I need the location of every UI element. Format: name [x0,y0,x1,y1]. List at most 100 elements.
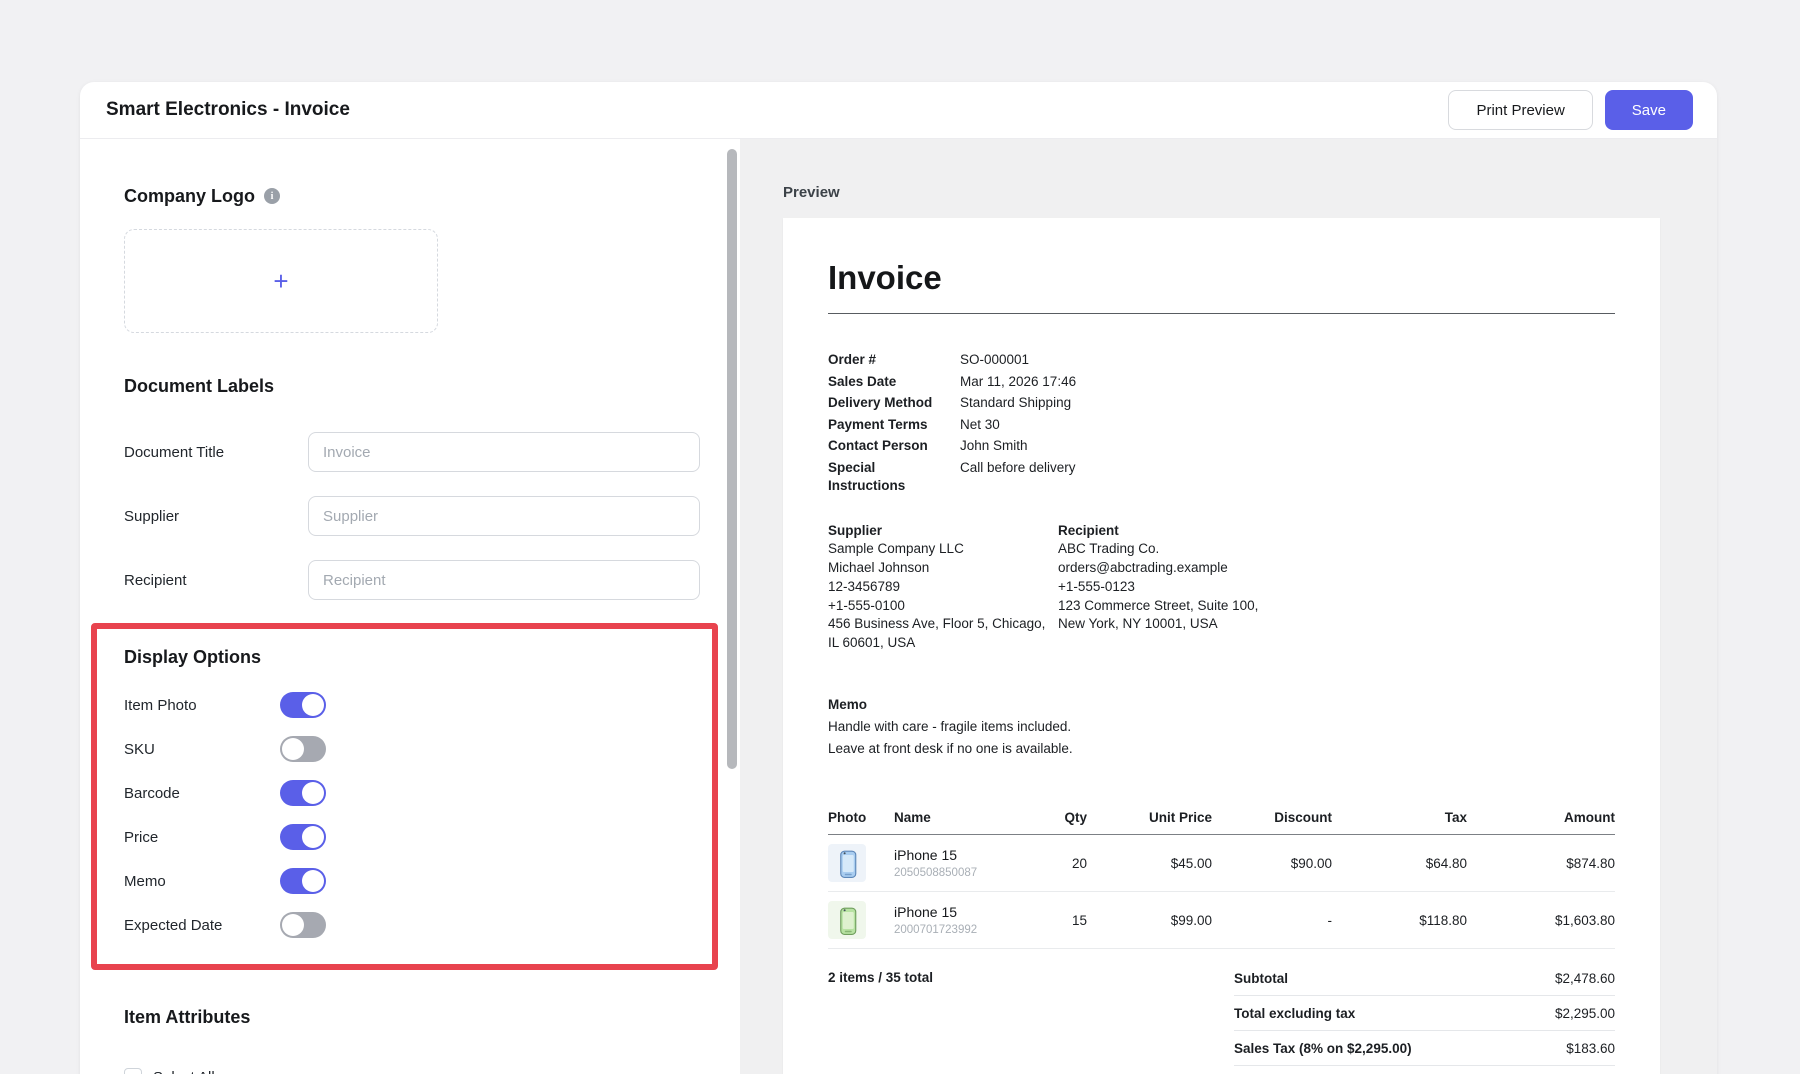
item-discount: - [1212,913,1332,928]
recipient-input[interactable] [308,560,700,600]
supplier-registration: 12-3456789 [828,578,1050,597]
item-discount: $90.00 [1212,856,1332,871]
col-header-name: Name [894,810,992,825]
col-header-amount: Amount [1467,810,1615,825]
item-name-cell: iPhone 15 2050508850087 [894,847,992,879]
info-icon[interactable]: i [264,188,280,204]
expected-date-toggle[interactable] [280,912,326,938]
config-content: Company Logo i + Document Labels Documen… [80,139,740,1074]
item-name: iPhone 15 [894,847,992,863]
company-logo-header: Company Logo i [124,185,700,207]
supplier-block: Supplier Sample Company LLC Michael John… [828,522,1050,654]
meta-label: Order # [828,351,960,369]
sku-toggle[interactable] [280,736,326,762]
toggle-knob [302,782,324,804]
col-header-photo: Photo [828,810,894,825]
logo-upload-dropzone[interactable]: + [124,229,438,333]
toggle-row-sku: SKU [124,736,692,762]
invoice-memo: Memo Handle with care - fragile items in… [828,694,1615,760]
invoice-title: Invoice [828,260,1615,296]
toggle-row-price: Price [124,824,692,850]
item-unit-price: $45.00 [1087,856,1212,871]
invoice-meta: Order # SO-000001 Sales Date Mar 11, 202… [828,351,1615,495]
meta-value: SO-000001 [960,351,1029,369]
phone-image-icon [832,848,862,878]
price-toggle[interactable] [280,824,326,850]
total-value: $2,295.00 [1555,1006,1615,1021]
meta-value: Call before delivery [960,459,1076,495]
meta-label: Delivery Method [828,394,960,412]
select-all-checkbox[interactable] [124,1068,142,1074]
config-panel: Company Logo i + Document Labels Documen… [80,139,740,1074]
item-qty: 20 [992,856,1087,871]
expected-date-label: Expected Date [124,917,280,934]
meta-label: Special Instructions [828,459,960,495]
app-header: Smart Electronics - Invoice Print Previe… [80,82,1717,139]
meta-label: Contact Person [828,437,960,455]
company-logo-heading: Company Logo [124,185,255,207]
recipient-email: orders@abctrading.example [1058,559,1278,578]
barcode-label: Barcode [124,785,280,802]
document-labels-heading: Document Labels [124,375,700,397]
header-actions: Print Preview Save [1448,90,1693,130]
meta-row-special-instructions: Special Instructions Call before deliver… [828,459,1615,495]
sales-tax-row: Sales Tax (8% on $2,295.00) $183.60 [1234,1031,1615,1066]
items-table: Photo Name Qty Unit Price Discount Tax A… [828,810,1615,949]
supplier-phone: +1-555-0100 [828,597,1050,616]
meta-row-delivery-method: Delivery Method Standard Shipping [828,394,1615,412]
item-tax: $118.80 [1332,913,1467,928]
toggle-row-barcode: Barcode [124,780,692,806]
toggle-knob [302,826,324,848]
meta-value: John Smith [960,437,1028,455]
meta-row-order-number: Order # SO-000001 [828,351,1615,369]
col-header-qty: Qty [992,810,1087,825]
select-all-label: Select All [153,1069,215,1074]
item-attributes-heading: Item Attributes [124,1006,700,1028]
item-unit-price: $99.00 [1087,913,1212,928]
total-label: Total excluding tax [1234,1006,1555,1021]
meta-row-contact-person: Contact Person John Smith [828,437,1615,455]
document-title-field-row: Document Title [124,432,700,472]
supplier-address: 456 Business Ave, Floor 5, Chicago, IL 6… [828,615,1050,653]
sku-label: SKU [124,741,280,758]
meta-label: Payment Terms [828,416,960,434]
recipient-phone: +1-555-0123 [1058,578,1278,597]
item-photo-thumbnail [828,901,866,939]
items-count: 2 items / 35 total [828,961,933,1074]
toggle-row-expected-date: Expected Date [124,912,692,938]
document-title-label: Document Title [124,444,308,461]
invoice-summary: 2 items / 35 total Subtotal $2,478.60 To… [828,961,1615,1074]
item-name-cell: iPhone 15 2000701723992 [894,904,992,936]
meta-value: Mar 11, 2026 17:46 [960,373,1076,391]
recipient-label: Recipient [124,572,308,589]
invoice-parties: Supplier Sample Company LLC Michael John… [828,522,1615,654]
document-title-input[interactable] [308,432,700,472]
item-amount: $874.80 [1467,856,1615,871]
price-label: Price [124,829,280,846]
app-window: Smart Electronics - Invoice Print Previe… [80,82,1717,1074]
total-label: Subtotal [1234,971,1555,986]
supplier-label: Supplier [124,508,308,525]
table-row: iPhone 15 2000701723992 15 $99.00 - $118… [828,892,1615,949]
toggle-knob [282,914,304,936]
config-scrollbar-thumb[interactable] [727,149,737,769]
items-table-header: Photo Name Qty Unit Price Discount Tax A… [828,810,1615,835]
col-header-tax: Tax [1332,810,1467,825]
supplier-contact: Michael Johnson [828,559,1050,578]
memo-line: Handle with care - fragile items include… [828,716,1615,738]
meta-value: Net 30 [960,416,1000,434]
toggle-row-item-photo: Item Photo [124,692,692,718]
invoice-title-divider [828,313,1615,314]
memo-heading: Memo [828,694,1615,716]
print-preview-button[interactable]: Print Preview [1448,90,1592,130]
subtotal-row: Subtotal $2,478.60 [1234,961,1615,996]
col-header-discount: Discount [1212,810,1332,825]
barcode-toggle[interactable] [280,780,326,806]
memo-toggle[interactable] [280,868,326,894]
save-button[interactable]: Save [1605,90,1693,130]
supplier-input[interactable] [308,496,700,536]
item-photo-toggle[interactable] [280,692,326,718]
total-row: Total $2,478.60 [1234,1066,1615,1074]
total-value: $183.60 [1566,1041,1615,1056]
app-body: Company Logo i + Document Labels Documen… [80,139,1717,1074]
